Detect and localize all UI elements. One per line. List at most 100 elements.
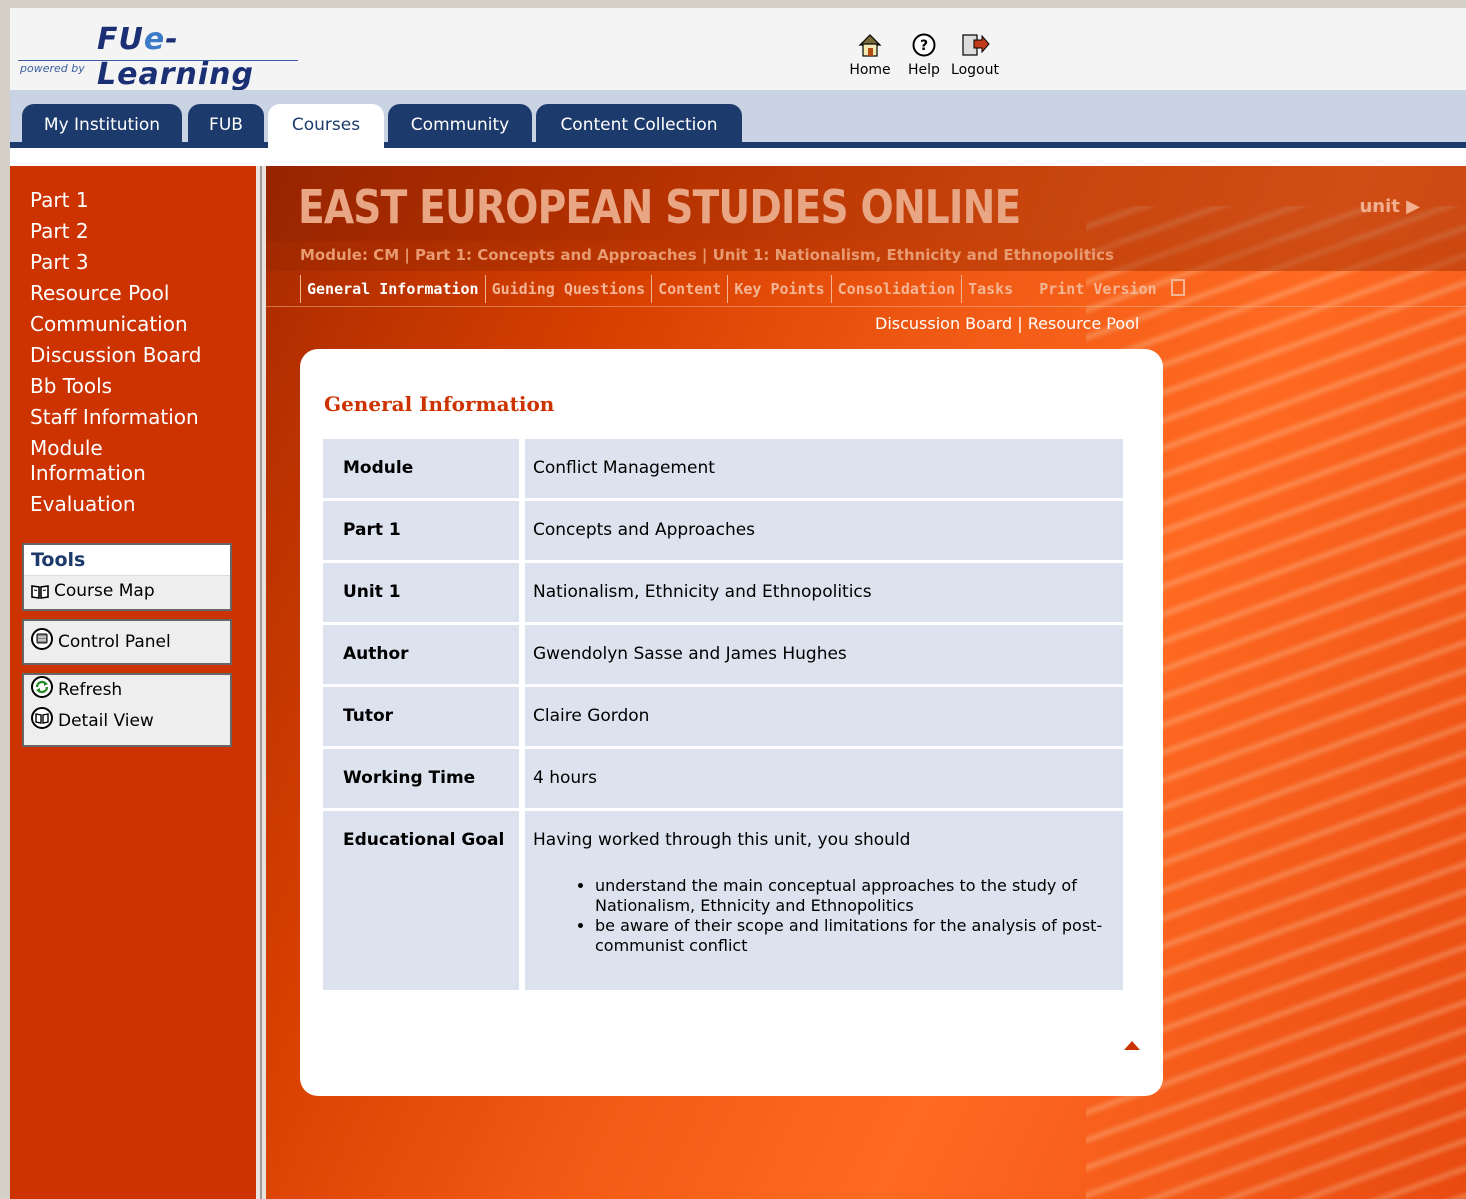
subnav-consolidation[interactable]: Consolidation [830, 275, 961, 303]
tab-community[interactable]: Community [388, 104, 532, 144]
header: FUe-Learning powered by Home ? Help Logo… [10, 8, 1466, 92]
logout-label: Logout [951, 62, 999, 78]
sidebar-item-module-information[interactable]: Module Information [30, 436, 160, 486]
table-row: Unit 1 Nationalism, Ethnicity and Ethnopo… [323, 563, 1123, 622]
subnav-tasks[interactable]: Tasks [961, 275, 1019, 303]
goal-item: understand the main conceptual approache… [595, 876, 1123, 916]
breadcrumb: Module: CM | Part 1: Concepts and Approa… [300, 246, 1114, 264]
control-panel-link[interactable]: Control Panel [24, 621, 230, 663]
resource-pool-link[interactable]: Resource Pool [1028, 314, 1140, 333]
home-link[interactable]: Home [848, 32, 892, 78]
sidebar-item-discussion-board[interactable]: Discussion Board [30, 343, 250, 368]
subnav-key-points[interactable]: Key Points [727, 275, 830, 303]
home-icon [858, 34, 882, 57]
row-key: Working Time [323, 749, 525, 808]
info-table: Module Conflict Management Part 1 Concepts… [323, 436, 1123, 993]
refresh-icon [31, 676, 53, 698]
subnav-content[interactable]: Content [651, 275, 727, 303]
row-value: Having worked through this unit, you sho… [525, 811, 1123, 990]
logo-text: FUe-Learning [97, 22, 254, 92]
control-panel-box: Control Panel [22, 619, 232, 665]
row-key: Educational Goal [323, 811, 525, 990]
browser-frame: FUe-Learning powered by Home ? Help Logo… [10, 8, 1466, 1199]
detail-view-label: Detail View [58, 711, 154, 731]
sidebar-item-evaluation[interactable]: Evaluation [30, 492, 250, 517]
discussion-board-link[interactable]: Discussion Board [875, 314, 1012, 333]
secondary-links: Discussion Board | Resource Pool [875, 314, 1139, 333]
print-version-label: Print Version [1039, 280, 1157, 298]
page-title: General Information [324, 392, 555, 416]
course-sidebar: Part 1 Part 2 Part 3 Resource Pool Commu… [10, 166, 256, 1199]
help-icon: ? [912, 33, 936, 57]
row-value: Gwendolyn Sasse and James Hughes [525, 625, 1123, 684]
home-label: Home [849, 62, 891, 78]
table-row: Working Time 4 hours [323, 749, 1123, 808]
print-icon [1170, 279, 1185, 296]
row-value: 4 hours [525, 749, 1123, 808]
unit-label: unit [1359, 196, 1400, 217]
book-icon [31, 585, 49, 599]
tab-my-institution[interactable]: My Institution [22, 104, 182, 144]
goal-intro: Having worked through this unit, you sho… [533, 830, 911, 850]
tools-title: Tools [24, 545, 230, 576]
sidebar-item-part-2[interactable]: Part 2 [30, 219, 250, 244]
course-menu: Part 1 Part 2 Part 3 Resource Pool Commu… [30, 188, 250, 523]
help-label: Help [908, 62, 940, 78]
frame-divider[interactable] [256, 166, 266, 1199]
tab-fub[interactable]: FUB [188, 104, 264, 144]
row-key: Part 1 [323, 501, 525, 560]
course-map-label: Course Map [54, 581, 155, 601]
sidebar-item-part-3[interactable]: Part 3 [30, 250, 250, 275]
content-frame: EAST EUROPEAN STUDIES ONLINE unit ▶ Modu… [266, 166, 1466, 1199]
logout-icon [962, 34, 990, 56]
view-tools-box: Refresh Detail View [22, 673, 232, 747]
tools-box: Tools Course Map [22, 543, 232, 611]
goal-list: understand the main conceptual approache… [533, 876, 1123, 956]
row-key: Unit 1 [323, 563, 525, 622]
subnav-divider [266, 306, 1466, 307]
back-to-top-icon[interactable] [1124, 1041, 1140, 1050]
svg-text:?: ? [920, 38, 928, 54]
table-row: Tutor Claire Gordon [323, 687, 1123, 746]
table-row: Module Conflict Management [323, 439, 1123, 498]
control-panel-icon [31, 628, 53, 650]
unit-next-link[interactable]: unit ▶ [1359, 196, 1420, 217]
top-nav: Home ? Help Logout [848, 32, 1008, 82]
tab-content-collection[interactable]: Content Collection [536, 104, 742, 144]
logo-underline [18, 60, 298, 61]
help-link[interactable]: ? Help [904, 32, 944, 78]
unit-subnav: General Information Guiding Questions Cont… [300, 275, 1191, 305]
course-map-link[interactable]: Course Map [24, 576, 230, 606]
refresh-label: Refresh [58, 680, 123, 700]
sidebar-item-resource-pool[interactable]: Resource Pool [30, 281, 250, 306]
tab-bar: My Institution FUB Courses Community Con… [10, 90, 1466, 158]
row-key: Author [323, 625, 525, 684]
play-right-icon: ▶ [1406, 196, 1420, 217]
site-title: EAST EUROPEAN STUDIES ONLINE [298, 180, 1021, 234]
powered-by-text: powered by [20, 62, 85, 75]
row-value: Concepts and Approaches [525, 501, 1123, 560]
subnav-guiding-questions[interactable]: Guiding Questions [484, 275, 652, 303]
print-version-link[interactable]: Print Version [1033, 275, 1190, 303]
links-separator: | [1017, 314, 1023, 333]
sidebar-item-bb-tools[interactable]: Bb Tools [30, 374, 250, 399]
refresh-link[interactable]: Refresh [24, 675, 230, 706]
sidebar-item-part-1[interactable]: Part 1 [30, 188, 250, 213]
logo[interactable]: FUe-Learning powered by [10, 22, 310, 92]
content-card: General Information Module Conflict Manag… [300, 349, 1163, 1096]
logout-link[interactable]: Logout [946, 32, 1004, 78]
table-row: Author Gwendolyn Sasse and James Hughes [323, 625, 1123, 684]
row-value: Conflict Management [525, 439, 1123, 498]
goal-item: be aware of their scope and limitations … [595, 916, 1123, 956]
table-row: Part 1 Concepts and Approaches [323, 501, 1123, 560]
tab-courses[interactable]: Courses [268, 104, 384, 148]
row-key: Tutor [323, 687, 525, 746]
row-value: Claire Gordon [525, 687, 1123, 746]
detail-view-icon [31, 707, 53, 729]
sidebar-item-communication[interactable]: Communication [30, 312, 250, 337]
sidebar-item-staff-information[interactable]: Staff Information [30, 405, 250, 430]
table-row: Educational Goal Having worked through t… [323, 811, 1123, 990]
subnav-general-information[interactable]: General Information [300, 275, 485, 303]
tab-bar-spacer [10, 148, 1466, 158]
detail-view-link[interactable]: Detail View [24, 706, 230, 737]
